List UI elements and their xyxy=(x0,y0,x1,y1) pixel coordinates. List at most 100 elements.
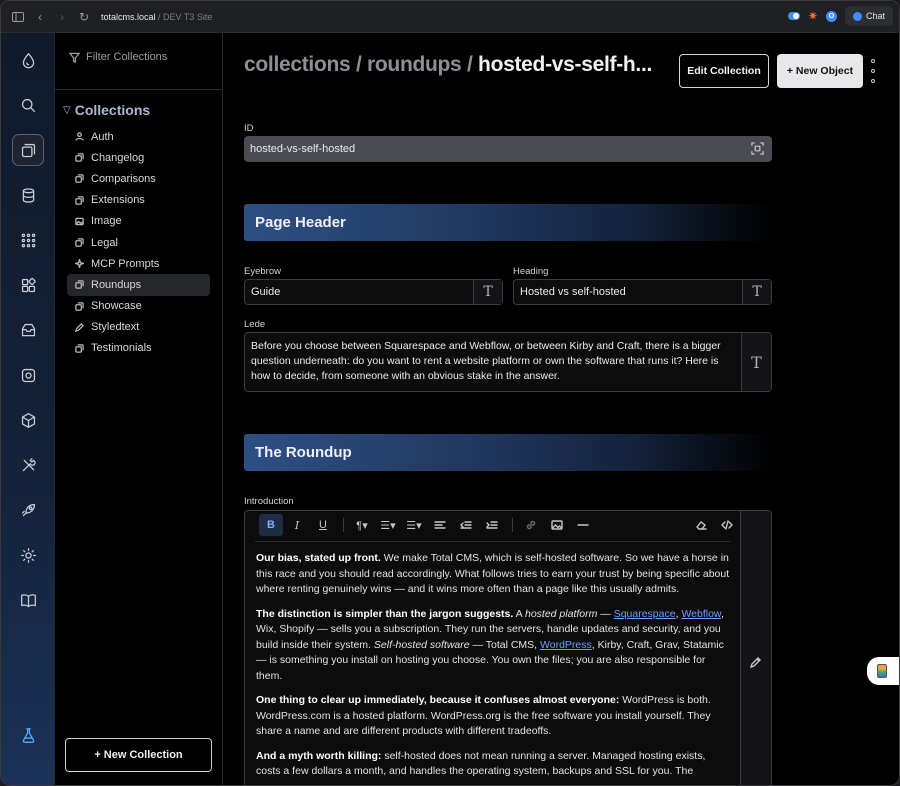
sidebar-item-roundups[interactable]: Roundups xyxy=(67,274,210,296)
editor-toolbar: B I U ¶▾ ☰▾ ☰▾ xyxy=(245,511,741,539)
sidebar-item-label: Roundups xyxy=(91,278,142,291)
image-insert-icon[interactable] xyxy=(545,514,569,536)
numbered-list-dropdown[interactable]: ☰▾ xyxy=(402,514,426,536)
inbox-icon[interactable] xyxy=(12,314,44,346)
filter-collections-input[interactable]: Filter Collections xyxy=(69,51,167,63)
underline-button[interactable]: U xyxy=(311,514,335,536)
book-icon[interactable] xyxy=(12,584,44,616)
triangle-down-icon: ▽ xyxy=(63,104,71,116)
settings-gear-icon[interactable] xyxy=(12,359,44,391)
sidebar-item-label: Auth xyxy=(91,130,114,143)
drop-icon[interactable] xyxy=(12,44,44,76)
tools-icon[interactable] xyxy=(12,449,44,481)
toolbar-separator xyxy=(512,518,513,532)
flask-icon[interactable] xyxy=(12,719,44,751)
bold-button[interactable]: B xyxy=(259,514,283,536)
link-wordpress[interactable]: WordPress xyxy=(540,639,592,651)
more-options-icon[interactable] xyxy=(869,59,877,83)
sidebar-item-label: Extensions xyxy=(91,194,145,207)
database-icon[interactable] xyxy=(12,179,44,211)
introduction-label: Introduction xyxy=(244,496,294,507)
text-format-icon[interactable]: T xyxy=(741,333,771,391)
italic-button[interactable]: I xyxy=(285,514,309,536)
password-manager-icon[interactable]: O xyxy=(825,10,837,22)
copy-icon xyxy=(74,238,84,248)
heading-field[interactable]: Hosted vs self-hosted T xyxy=(513,279,772,305)
sidebar-item-legal[interactable]: Legal xyxy=(67,232,210,253)
address-bar[interactable]: totalcms.local / DEV T3 Site xyxy=(101,12,212,22)
eraser-icon[interactable] xyxy=(689,514,713,536)
paragraph-style-dropdown[interactable]: ¶▾ xyxy=(350,514,374,536)
icon-rail xyxy=(1,33,55,785)
back-icon[interactable]: ‹ xyxy=(29,6,51,28)
align-icon[interactable] xyxy=(428,514,452,536)
eyebrow-field[interactable]: Guide T xyxy=(244,279,503,305)
chat-button[interactable]: Chat xyxy=(844,6,893,26)
search-icon[interactable] xyxy=(12,89,44,121)
sidebar-item-label: Showcase xyxy=(91,300,142,313)
sidebar-item-auth[interactable]: Auth xyxy=(67,126,210,147)
indent-icon[interactable] xyxy=(480,514,504,536)
toolbar-separator xyxy=(343,518,344,532)
sidebar-toggle-icon[interactable] xyxy=(7,6,29,28)
reload-icon[interactable]: ↻ xyxy=(73,6,95,28)
filter-placeholder: Filter Collections xyxy=(86,51,168,63)
breadcrumb-separator: / xyxy=(350,53,368,76)
gear-icon[interactable] xyxy=(12,539,44,571)
breadcrumb: collections / roundups / hosted-vs-self-… xyxy=(244,53,652,77)
text-format-icon[interactable]: T xyxy=(742,280,771,304)
new-object-button[interactable]: + New Object xyxy=(777,54,863,88)
sidebar-item-changelog[interactable]: Changelog xyxy=(67,147,210,168)
rocket-icon[interactable] xyxy=(12,494,44,526)
outdent-icon[interactable] xyxy=(454,514,478,536)
package-icon[interactable] xyxy=(12,404,44,436)
blocks-icon[interactable] xyxy=(12,269,44,301)
new-collection-button[interactable]: + New Collection xyxy=(65,738,212,772)
bullet-list-dropdown[interactable]: ☰▾ xyxy=(376,514,400,536)
sparkle-icon xyxy=(74,259,84,269)
sidebar-item-showcase[interactable]: Showcase xyxy=(67,296,210,317)
id-value: hosted-vs-self-hosted xyxy=(250,143,356,155)
lede-textarea[interactable]: Before you choose between Squarespace an… xyxy=(244,332,772,392)
collection-list: Auth Changelog Comparisons Extensions Im… xyxy=(67,126,210,359)
scan-icon[interactable] xyxy=(751,142,764,155)
sidebar-item-styledtext[interactable]: Styledtext xyxy=(67,317,210,338)
paragraph: One thing to clear up immediately, becau… xyxy=(256,694,711,737)
toolbar-divider xyxy=(255,541,731,542)
link-icon[interactable] xyxy=(519,514,543,536)
copy-icon xyxy=(74,280,84,290)
text-format-icon[interactable]: T xyxy=(473,280,502,304)
id-field[interactable]: hosted-vs-self-hosted xyxy=(244,136,772,162)
breadcrumb-roundups[interactable]: roundups xyxy=(367,53,462,76)
chat-label: Chat xyxy=(865,11,885,21)
link-squarespace[interactable]: Squarespace xyxy=(614,608,676,620)
id-label: ID xyxy=(244,123,254,134)
collections-icon[interactable] xyxy=(12,134,44,166)
editor-content[interactable]: Our bias, stated up front. We make Total… xyxy=(256,551,732,785)
link-webflow[interactable]: Webflow xyxy=(681,608,721,620)
breadcrumb-collections[interactable]: collections xyxy=(244,53,351,76)
extension-star-icon[interactable]: ✷ xyxy=(808,9,818,23)
sidebar-item-comparisons[interactable]: Comparisons xyxy=(67,168,210,189)
lede-label: Lede xyxy=(244,319,266,330)
horizontal-rule-icon[interactable] xyxy=(571,514,595,536)
collections-section-toggle[interactable]: ▽ Collections xyxy=(63,102,150,118)
breadcrumb-current: hosted-vs-self-h... xyxy=(478,53,653,76)
code-view-icon[interactable] xyxy=(715,514,739,536)
copy-icon xyxy=(74,301,84,311)
edit-collection-button[interactable]: Edit Collection xyxy=(679,54,769,88)
address-host: totalcms.local xyxy=(101,11,156,22)
grid-dots-icon[interactable] xyxy=(12,224,44,256)
floating-extension-tab[interactable] xyxy=(867,657,899,685)
sidebar-item-image[interactable]: Image xyxy=(67,211,210,232)
forward-icon[interactable]: › xyxy=(51,6,73,28)
filter-icon xyxy=(69,52,80,63)
rich-text-editor[interactable]: B I U ¶▾ ☰▾ ☰▾ Our bias, stated up front… xyxy=(244,510,772,785)
sidebar-item-mcp-prompts[interactable]: MCP Prompts xyxy=(67,253,210,274)
pen-edit-icon[interactable] xyxy=(750,656,762,668)
sidebar-item-extensions[interactable]: Extensions xyxy=(67,190,210,211)
main-content: collections / roundups / hosted-vs-self-… xyxy=(223,33,899,785)
sidebar-item-testimonials[interactable]: Testimonials xyxy=(67,338,210,359)
section-the-roundup: The Roundup xyxy=(244,434,772,471)
toggle-icon[interactable] xyxy=(787,12,800,20)
